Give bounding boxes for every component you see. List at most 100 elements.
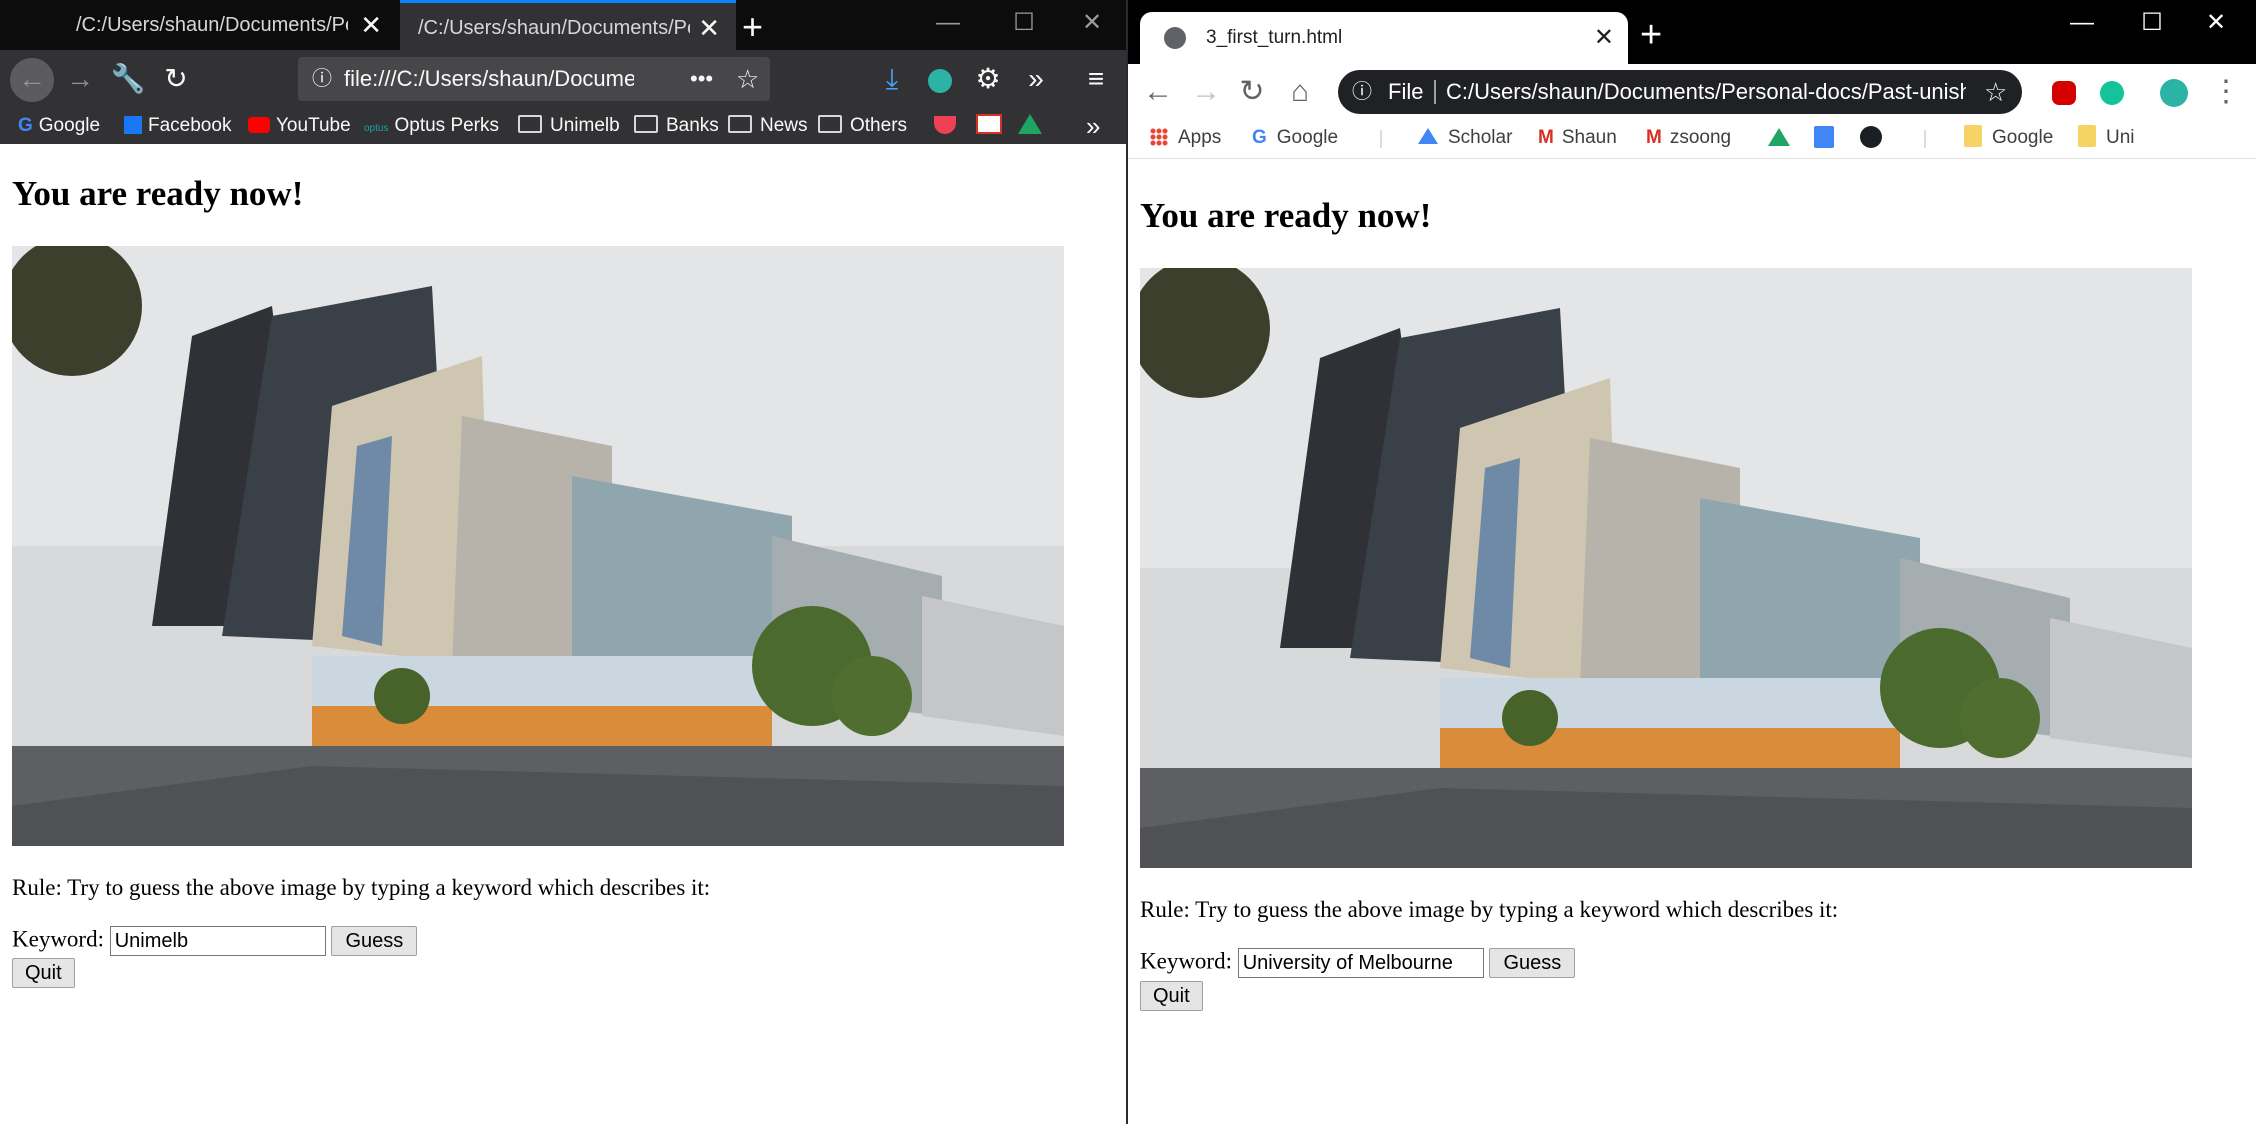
- adblock-icon[interactable]: [2042, 70, 2086, 114]
- keyword-row: Keyword: Unimelb Guess: [12, 926, 418, 956]
- folder-banks[interactable]: Banks: [634, 108, 719, 144]
- firefox-nav-bar: ← → 🔧 ↻ ⓘ file:///C:/Users/shaun/Documen…: [0, 50, 1126, 108]
- globe-icon: [1164, 27, 1186, 49]
- keyword-label: Keyword:: [1140, 948, 1232, 974]
- wrench-icon[interactable]: 🔧: [106, 58, 150, 102]
- bookmark-star-icon[interactable]: ☆: [1984, 70, 2007, 114]
- firefox-url-bar[interactable]: ⓘ file:///C:/Users/shaun/Documents/Perso…: [298, 57, 770, 101]
- bookmark-zsoong[interactable]: Mzsoong: [1646, 120, 1731, 156]
- close-window-icon[interactable]: ✕: [2182, 0, 2250, 50]
- chrome-omnibox[interactable]: ⓘ File C:/Users/shaun/Documents/Personal…: [1338, 70, 2022, 114]
- firefox-tab-2[interactable]: /C:/Users/shaun/Documents/Personal-docs …: [400, 0, 736, 50]
- github-icon[interactable]: [1860, 120, 1882, 156]
- close-tab-icon[interactable]: ✕: [698, 3, 720, 53]
- page-actions-icon[interactable]: •••: [690, 57, 713, 101]
- page-heading: You are ready now!: [1140, 196, 1432, 235]
- page-heading: You are ready now!: [12, 174, 304, 213]
- bookmark-star-icon[interactable]: ☆: [736, 57, 759, 101]
- docs-icon[interactable]: [1814, 120, 1834, 156]
- bookmark-apps[interactable]: Apps: [1150, 120, 1221, 156]
- maximize-icon[interactable]: ☐: [2118, 0, 2186, 50]
- scholar-icon: [1418, 128, 1438, 144]
- chrome-tab-strip: 3_first_turn.html ✕ + — ☐ ✕: [1128, 0, 2256, 64]
- chrome-page: You are ready now! Rule: Try to guess th…: [1140, 158, 2240, 1124]
- firefox-tab-bar: /C:/Users/shaun/Documents/Personal-docs …: [0, 0, 1126, 50]
- omnibox-divider: [1434, 80, 1436, 104]
- firefox-url-text: file:///C:/Users/shaun/Documents/Persona…: [344, 66, 634, 91]
- folder-uni[interactable]: Uni: [2078, 120, 2135, 156]
- bookmark-google[interactable]: G Google: [18, 108, 100, 144]
- bookmark-youtube[interactable]: YouTube: [248, 108, 351, 144]
- folder-google[interactable]: Google: [1964, 120, 2053, 156]
- apps-grid-icon: [1150, 128, 1168, 146]
- guess-button[interactable]: Guess: [1489, 948, 1576, 978]
- bookmark-scholar[interactable]: Scholar: [1418, 120, 1512, 156]
- gear-icon[interactable]: ⚙: [966, 58, 1010, 102]
- gmail-icon: M: [1646, 127, 1662, 148]
- rule-text: Rule: Try to guess the above image by ty…: [12, 875, 711, 900]
- firefox-page: You are ready now! Rule: Try to guess th…: [12, 144, 1112, 1124]
- overflow-chevron-icon[interactable]: »: [1014, 58, 1058, 102]
- google-icon: G: [18, 115, 33, 136]
- quit-row: Quit: [12, 958, 75, 988]
- bookmarks-separator: [1924, 130, 1926, 148]
- close-tab-icon[interactable]: ✕: [1594, 12, 1614, 64]
- bookmark-google[interactable]: G Google: [1252, 120, 1338, 156]
- rule-text: Rule: Try to guess the above image by ty…: [1140, 897, 1839, 922]
- youtube-icon: [248, 117, 270, 133]
- firefox-tab-2-label: /C:/Users/shaun/Documents/Personal-docs: [418, 17, 690, 39]
- info-icon: ⓘ: [1352, 81, 1372, 103]
- keyword-input[interactable]: Unimelb: [109, 926, 326, 956]
- back-icon[interactable]: ←: [10, 58, 54, 102]
- reload-icon[interactable]: ↻: [154, 58, 198, 102]
- folder-others[interactable]: Others: [818, 108, 907, 144]
- home-icon[interactable]: ⌂: [1278, 70, 1322, 114]
- firefox-window: /C:/Users/shaun/Documents/Personal-docs …: [0, 0, 1128, 1124]
- maximize-icon[interactable]: ☐: [990, 0, 1058, 50]
- forward-icon[interactable]: →: [58, 58, 102, 102]
- guess-button[interactable]: Guess: [331, 926, 418, 956]
- keyword-input[interactable]: University of Melbourne: [1237, 948, 1484, 978]
- reload-icon[interactable]: ↻: [1230, 70, 1274, 114]
- menu-icon[interactable]: ≡: [1074, 58, 1118, 102]
- folder-unimelb[interactable]: Unimelb: [518, 108, 620, 144]
- folder-news[interactable]: News: [728, 108, 808, 144]
- quit-button[interactable]: Quit: [1140, 981, 1203, 1011]
- close-tab-icon[interactable]: ✕: [360, 0, 382, 50]
- download-icon[interactable]: ⤓: [870, 58, 914, 102]
- folder-icon: [1964, 125, 1982, 147]
- grammarly-icon[interactable]: [2090, 70, 2134, 114]
- new-tab-icon[interactable]: +: [742, 6, 763, 48]
- drive-icon[interactable]: [1018, 108, 1042, 144]
- optus-icon: optus: [364, 123, 389, 134]
- drive-icon[interactable]: [1768, 120, 1790, 156]
- gmail-icon[interactable]: [976, 108, 1002, 144]
- bookmarks-separator: [1380, 130, 1382, 148]
- bookmark-facebook[interactable]: Facebook: [124, 108, 231, 144]
- minimize-icon[interactable]: —: [2048, 0, 2116, 50]
- chrome-tab[interactable]: 3_first_turn.html ✕: [1140, 12, 1628, 64]
- close-window-icon[interactable]: ✕: [1058, 0, 1126, 50]
- folder-icon: [728, 115, 752, 133]
- extension-icon[interactable]: [918, 58, 962, 102]
- info-icon[interactable]: ⓘ: [312, 57, 332, 101]
- firefox-tab-1[interactable]: /C:/Users/shaun/Documents/Personal-docs …: [58, 0, 398, 50]
- firefox-bookmarks-bar: G Google Facebook YouTube optus Optus Perk…: [0, 108, 1126, 144]
- forward-icon[interactable]: →: [1184, 70, 1228, 114]
- new-tab-icon[interactable]: +: [1640, 14, 1662, 57]
- folder-icon: [2078, 125, 2096, 147]
- pocket-icon[interactable]: [934, 108, 956, 144]
- folder-icon: [518, 115, 542, 133]
- bookmarks-overflow-icon[interactable]: »: [1086, 108, 1100, 144]
- folder-icon: [634, 115, 658, 133]
- minimize-icon[interactable]: —: [914, 0, 982, 50]
- back-icon[interactable]: ←: [1136, 70, 1180, 114]
- avatar[interactable]: [2152, 70, 2196, 114]
- url-scheme-label: File: [1388, 79, 1424, 104]
- chrome-menu-icon[interactable]: ⋮: [2204, 70, 2248, 114]
- bookmark-shaun[interactable]: M Shaun: [1538, 120, 1617, 156]
- google-icon: G: [1252, 127, 1267, 148]
- bookmark-optus-perks[interactable]: optus Optus Perks: [364, 108, 499, 144]
- building-photo: [1140, 268, 2192, 868]
- quit-button[interactable]: Quit: [12, 958, 75, 988]
